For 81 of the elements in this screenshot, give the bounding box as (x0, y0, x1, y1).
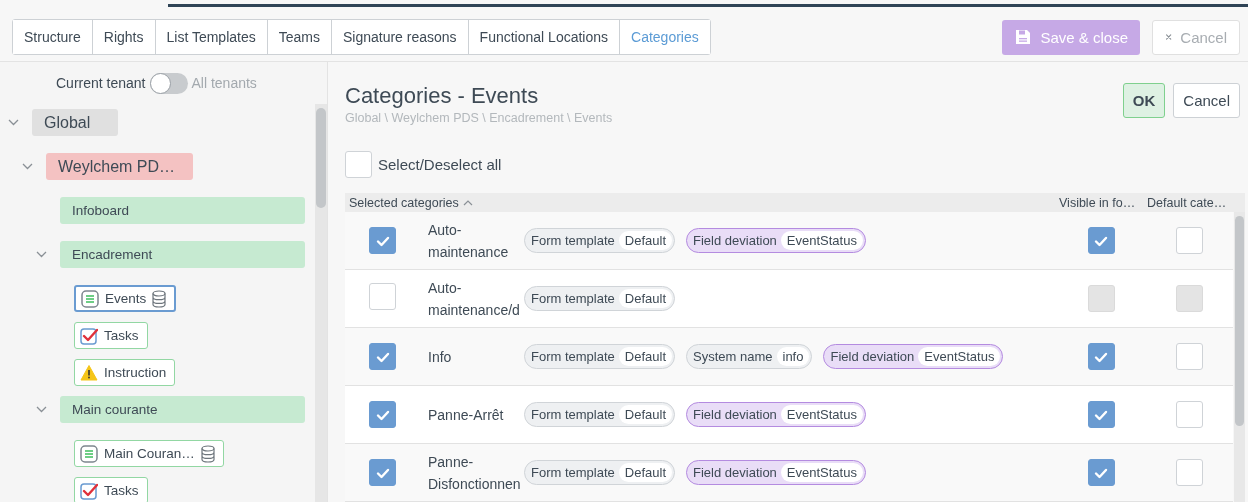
tenant-toggle[interactable] (149, 72, 188, 94)
tag-value: info (776, 347, 810, 366)
column-header[interactable]: Default cate… (1147, 195, 1245, 210)
checkbox[interactable] (369, 227, 396, 254)
checkbox[interactable] (1175, 459, 1203, 486)
list-icon (81, 289, 99, 308)
check-square-icon (80, 481, 98, 500)
category-name: Panne-Disfonctionnen (428, 452, 522, 494)
tag-value: EventStatus (918, 347, 1001, 366)
tag-label: Form template (531, 291, 615, 306)
tag-value: EventStatus (780, 405, 863, 424)
tag-label: Field deviation (693, 465, 777, 480)
tree-item[interactable]: Tasks (74, 477, 148, 502)
tree-item[interactable]: Main Couran… (74, 440, 224, 467)
tag-value: Default (618, 231, 672, 250)
scrollbar-thumb[interactable] (316, 108, 326, 208)
checkbox[interactable] (1175, 343, 1203, 370)
tag-label: Form template (531, 233, 615, 248)
checkbox[interactable] (1087, 401, 1115, 428)
ok-button[interactable]: OK (1122, 83, 1166, 118)
tag-label: Form template (531, 407, 615, 422)
tag-label: Field deviation (693, 233, 777, 248)
tree-item[interactable]: Tasks (74, 322, 148, 349)
tree-node[interactable]: Global (32, 109, 118, 136)
check-square-icon (80, 326, 98, 345)
category-name: Info (428, 347, 453, 367)
item-label: Instruction (104, 365, 167, 380)
panel-title: Categories - Events (345, 83, 540, 109)
checkbox[interactable] (369, 459, 396, 486)
scrollbar-thumb[interactable] (1235, 216, 1244, 426)
category-name: Auto-maintenance (428, 220, 510, 262)
checkbox[interactable] (369, 401, 396, 428)
tag-value: EventStatus (780, 463, 863, 482)
checkbox[interactable] (1175, 401, 1203, 428)
category-name: Panne-Arrêt (428, 405, 505, 425)
save-icon (1014, 28, 1033, 46)
checkbox[interactable] (1087, 459, 1115, 486)
tag-value: EventStatus (780, 231, 863, 250)
checkbox[interactable] (1175, 227, 1203, 254)
toggle-label: Current tenant (56, 75, 146, 91)
toggle-label: All tenants (191, 75, 257, 91)
column-header[interactable]: Visible in fo… (1059, 195, 1147, 210)
chevron-icon[interactable] (36, 249, 47, 260)
warning-icon (80, 364, 98, 381)
checkbox[interactable] (369, 283, 396, 310)
column-header[interactable]: Selected categories (349, 195, 459, 210)
item-label: Events (105, 291, 147, 306)
tree-node[interactable]: Weylchem PD… (46, 153, 193, 180)
tag-value: Default (618, 289, 672, 308)
checkbox[interactable] (369, 343, 396, 370)
scrollbar[interactable] (315, 104, 327, 502)
checkbox[interactable] (1087, 343, 1115, 370)
tag-label: Field deviation (693, 407, 777, 422)
chevron-icon[interactable] (36, 404, 47, 415)
cancel-button[interactable]: Cancel (1173, 83, 1240, 118)
breadcrumb: Global \ Weylchem PDS \ Encadrement \ Events (345, 111, 613, 125)
tab[interactable]: Structure (13, 20, 93, 54)
tree-node[interactable]: Infoboard (60, 197, 305, 224)
checkbox[interactable] (345, 151, 372, 178)
checkbox[interactable] (1087, 227, 1115, 254)
checkbox-label: Select/Deselect all (378, 156, 502, 173)
chevron-icon[interactable] (22, 161, 33, 172)
tag-value: Default (618, 347, 672, 366)
tree-node[interactable]: Main courante (60, 396, 305, 423)
tag-label: System name (693, 349, 773, 364)
tree-item[interactable]: Instruction (74, 359, 176, 386)
chevron-icon[interactable] (8, 117, 19, 128)
tag-value: Default (618, 463, 672, 482)
scrollbar[interactable] (1234, 212, 1245, 502)
item-label: Tasks (104, 328, 139, 343)
item-label: Main Couran… (104, 446, 195, 461)
tree-item[interactable]: Events (74, 285, 177, 312)
tag-label: Form template (531, 349, 615, 364)
list-icon (80, 444, 98, 463)
tag-label: Field deviation (830, 349, 915, 364)
item-label: Tasks (104, 483, 139, 498)
tag-label: Form template (531, 465, 615, 480)
category-name: Auto-maintenance/d (428, 278, 521, 320)
tree-node[interactable]: Encadrement (60, 241, 305, 268)
sort-icon[interactable] (462, 198, 473, 207)
tag-value: Default (618, 405, 672, 424)
